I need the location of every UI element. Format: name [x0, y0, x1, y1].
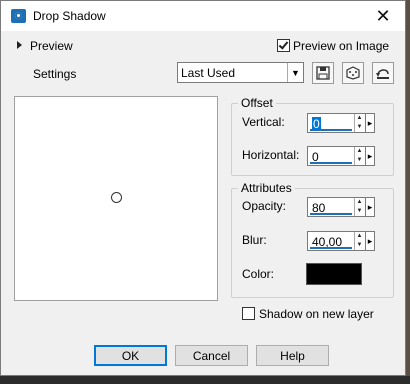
save-preset-button[interactable] — [312, 62, 334, 84]
preview-on-image-checkbox[interactable] — [277, 39, 290, 52]
blur-label: Blur: — [242, 233, 267, 247]
chevron-down-icon[interactable]: ▼ — [287, 63, 303, 82]
opacity-input[interactable]: 80 ▲ ▼ ▸ — [307, 197, 375, 217]
window-title: Drop Shadow — [33, 9, 106, 23]
horizontal-slider-bar[interactable] — [310, 162, 352, 164]
preview-toggle-label[interactable]: Preview — [30, 39, 73, 53]
settings-select[interactable]: Last Used ▼ — [177, 62, 304, 83]
reset-button[interactable] — [372, 62, 394, 84]
save-preset-icon — [316, 66, 330, 80]
chevron-right-icon[interactable] — [17, 41, 22, 49]
title-bar: Drop Shadow ✕ — [1, 1, 405, 31]
vertical-input[interactable]: 0 ▲ ▼ ▸ — [307, 113, 375, 133]
blur-slider-bar[interactable] — [310, 247, 352, 249]
blur-stepper[interactable]: ▲ ▼ — [354, 232, 364, 250]
vertical-slider-bar[interactable] — [310, 129, 352, 131]
opacity-slider-toggle[interactable]: ▸ — [365, 197, 375, 217]
randomize-icon — [346, 66, 360, 80]
attributes-group-title: Attributes — [238, 181, 295, 195]
opacity-slider-bar[interactable] — [310, 213, 352, 215]
horizontal-label: Horizontal: — [242, 148, 300, 162]
cancel-button[interactable]: Cancel — [175, 345, 248, 366]
drop-shadow-dialog: Drop Shadow ✕ Preview Preview on Image S… — [0, 0, 406, 376]
opacity-stepper[interactable]: ▲ ▼ — [354, 198, 364, 216]
ok-button[interactable]: OK — [94, 345, 167, 366]
preview-canvas[interactable] — [14, 96, 218, 301]
app-icon — [11, 9, 26, 23]
opacity-label: Opacity: — [242, 199, 287, 213]
horizontal-stepper[interactable]: ▲ ▼ — [354, 147, 364, 165]
settings-label: Settings — [33, 67, 77, 81]
background-window — [406, 0, 410, 384]
settings-value: Last Used — [181, 66, 236, 80]
vertical-label: Vertical: — [242, 115, 285, 129]
randomize-button[interactable] — [342, 62, 364, 84]
blur-input[interactable]: 40,00 ▲ ▼ ▸ — [307, 231, 375, 251]
offset-group-title: Offset — [238, 96, 276, 110]
horizontal-input[interactable]: 0 ▲ ▼ ▸ — [307, 146, 375, 166]
shadow-color-swatch[interactable] — [306, 263, 362, 285]
preview-on-image-label[interactable]: Preview on Image — [293, 39, 389, 53]
shadow-new-layer-checkbox[interactable] — [242, 307, 255, 320]
vertical-stepper[interactable]: ▲ ▼ — [354, 114, 364, 132]
checkmark-icon — [278, 39, 289, 50]
blur-slider-toggle[interactable]: ▸ — [365, 231, 375, 251]
help-button[interactable]: Help — [256, 345, 329, 366]
shadow-new-layer-label[interactable]: Shadow on new layer — [259, 307, 374, 321]
color-label: Color: — [242, 267, 275, 281]
vertical-slider-toggle[interactable]: ▸ — [365, 113, 375, 133]
reset-icon — [376, 69, 389, 79]
background-window-bottom — [0, 376, 410, 384]
horizontal-slider-toggle[interactable]: ▸ — [365, 146, 375, 166]
close-button[interactable]: ✕ — [361, 1, 405, 31]
crosshair-target-icon[interactable] — [111, 192, 122, 203]
